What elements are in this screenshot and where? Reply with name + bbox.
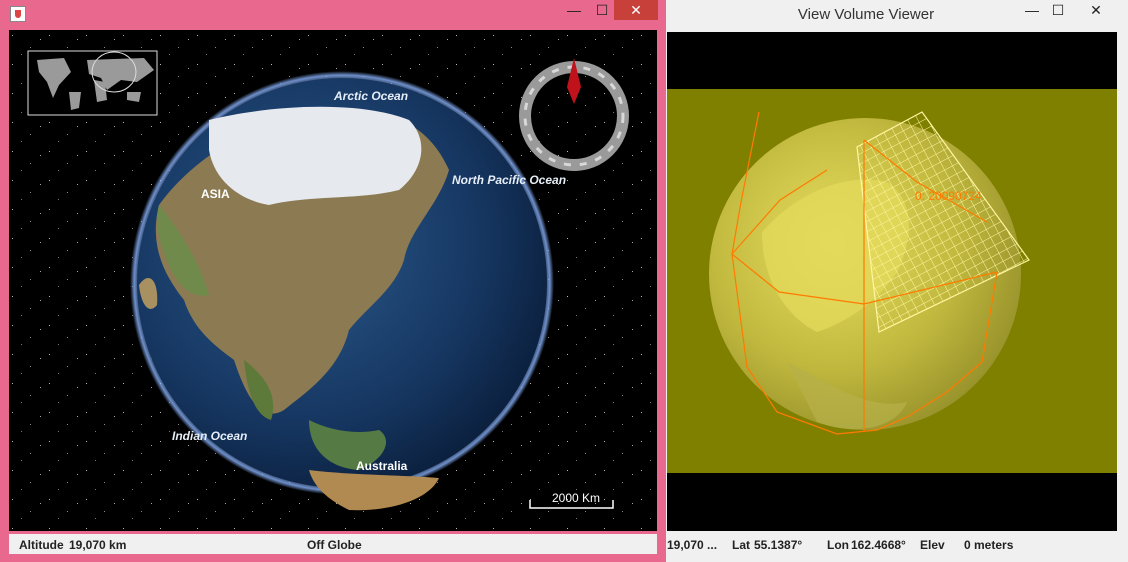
lat-value: 55.1387°: [754, 538, 803, 552]
globe-status: Off Globe: [307, 538, 362, 552]
view-volume-window: View Volume Viewer — ☐ ✕ 0: 20090724 19,…: [666, 0, 1128, 562]
java-cup-icon: [10, 6, 26, 22]
minimize-button[interactable]: —: [1018, 0, 1046, 20]
world-wind-window: — ☐ ✕ Arctic Ocean North Pacific Ocean A…: [0, 0, 666, 562]
lon-label: Lon: [827, 538, 849, 552]
volume-viewport[interactable]: 0: 20090724: [667, 32, 1117, 531]
volume-label: 0: 20090724: [915, 189, 982, 203]
globe-viewport[interactable]: Arctic Ocean North Pacific Ocean ASIA In…: [9, 30, 657, 531]
close-button[interactable]: ✕: [1074, 0, 1118, 20]
altitude-value: 19,070 ...: [667, 538, 718, 552]
maximize-button[interactable]: ☐: [588, 0, 616, 20]
arctic-ocean-label: Arctic Ocean: [333, 89, 408, 103]
window-title: View Volume Viewer: [797, 6, 935, 23]
svg-text:2000 Km: 2000 Km: [552, 491, 600, 505]
world-map-inset[interactable]: [27, 50, 158, 116]
globe-canvas[interactable]: Arctic Ocean North Pacific Ocean ASIA In…: [9, 30, 657, 531]
elev-label: Elev: [920, 538, 945, 552]
status-bar: Altitude 19,070 km Off Globe: [9, 534, 657, 554]
maximize-button[interactable]: ☐: [1044, 0, 1072, 20]
lat-label: Lat: [732, 538, 750, 552]
elev-value: 0 meters: [964, 538, 1014, 552]
title-bar[interactable]: — ☐ ✕: [0, 0, 666, 28]
close-button[interactable]: ✕: [614, 0, 658, 20]
north-pacific-label: North Pacific Ocean: [452, 173, 566, 187]
australia-label: Australia: [356, 459, 408, 473]
altitude-label: Altitude: [19, 538, 64, 552]
volume-canvas[interactable]: 0: 20090724: [667, 32, 1117, 531]
asia-label: ASIA: [201, 187, 230, 201]
minimize-button[interactable]: —: [560, 0, 588, 20]
altitude-value: 19,070 km: [69, 538, 127, 552]
lon-value: 162.4668°: [851, 538, 906, 552]
indian-ocean-label: Indian Ocean: [172, 429, 247, 443]
status-bar: 19,070 ... Lat 55.1387° Lon 162.4668° El…: [666, 534, 1116, 556]
